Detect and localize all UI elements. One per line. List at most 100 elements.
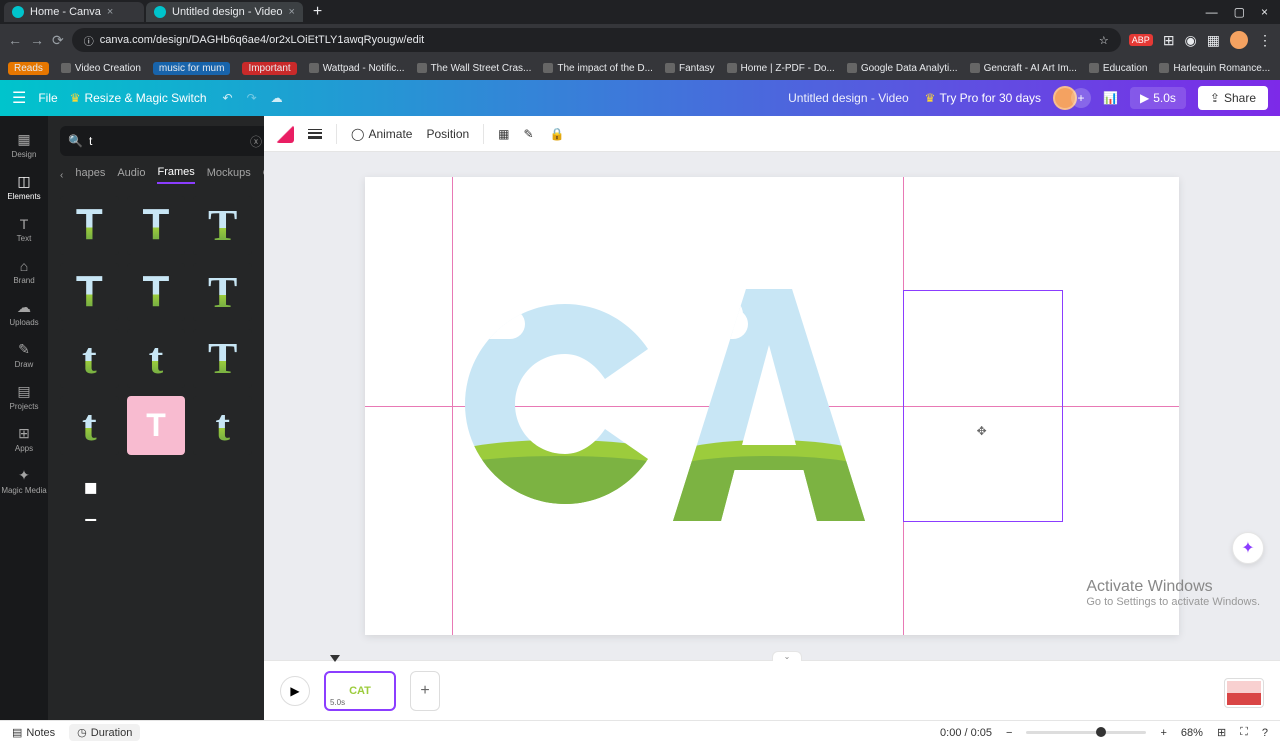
rail-elements[interactable]: ◫Elements <box>0 166 48 208</box>
bookmark-item[interactable]: Reads <box>8 62 49 75</box>
bookmark-item[interactable]: Wattpad - Notific... <box>309 63 405 74</box>
try-pro-button[interactable]: ♛ Try Pro for 30 days <box>925 91 1041 105</box>
frame-thumbnail[interactable]: T <box>193 329 252 388</box>
bookmark-item[interactable]: Fantasy <box>665 63 715 74</box>
file-menu[interactable]: File <box>38 91 57 105</box>
share-button[interactable]: ⇪ Share <box>1198 86 1268 110</box>
duration-button[interactable]: ◷ Duration <box>69 724 140 741</box>
collapse-timeline-button[interactable]: ⌄ <box>772 651 802 661</box>
close-tab-icon[interactable]: × <box>288 6 294 18</box>
rail-draw[interactable]: ✎Draw <box>0 334 48 376</box>
extension-icon[interactable]: ◉ <box>1185 32 1197 49</box>
reload-button[interactable]: ⟳ <box>52 32 64 49</box>
maximize-icon[interactable]: ▢ <box>1234 5 1245 19</box>
frame-thumbnail[interactable]: t <box>127 329 186 388</box>
close-tab-icon[interactable]: × <box>107 6 113 18</box>
page-thumbnail[interactable]: CAT 5.0s <box>324 671 396 711</box>
frame-thumbnail[interactable]: T <box>127 396 186 455</box>
rail-brand[interactable]: ⌂Brand <box>0 250 48 292</box>
menu-icon[interactable]: ⋮ <box>1258 32 1272 49</box>
assistant-button[interactable]: ✦ <box>1232 532 1264 564</box>
selected-frame-t[interactable]: ✥ <box>903 290 1063 522</box>
frame-thumbnail[interactable]: ▪▪▪ ▪ ▪ <box>60 463 119 522</box>
present-button[interactable]: ▶ 5.0s <box>1130 87 1186 109</box>
resize-magic-switch-button[interactable]: ♛ Resize & Magic Switch <box>70 91 207 105</box>
category-tab-hapes[interactable]: hapes <box>75 167 105 183</box>
browser-tab[interactable]: Home - Canva × <box>4 2 144 22</box>
frame-thumbnail[interactable]: T <box>193 263 252 322</box>
position-button[interactable]: Position <box>426 127 469 141</box>
canvas-viewport[interactable]: ✥ ✦ Activate Windows Go to Settings to a… <box>264 152 1280 660</box>
undo-button[interactable]: ↶ <box>223 91 233 105</box>
bookmark-item[interactable]: Google Data Analyti... <box>847 63 958 74</box>
add-collaborator-button[interactable]: + <box>1071 88 1091 108</box>
bookmark-item[interactable]: Education <box>1089 63 1147 74</box>
zoom-out-icon[interactable]: − <box>1006 727 1012 739</box>
bookmark-item[interactable]: Gencraft - AI Art Im... <box>970 63 1077 74</box>
frame-thumbnail[interactable]: T <box>127 196 186 255</box>
extension-icon[interactable]: ▦ <box>1207 32 1220 49</box>
frame-thumbnail[interactable]: T <box>127 263 186 322</box>
analytics-icon[interactable]: 📊 <box>1103 91 1118 105</box>
page[interactable]: ✥ <box>365 177 1179 635</box>
close-window-icon[interactable]: × <box>1261 5 1268 19</box>
frame-thumbnail[interactable]: T <box>60 196 119 255</box>
frame-thumbnail[interactable]: t <box>60 329 119 388</box>
bookmark-item[interactable]: The impact of the D... <box>543 63 653 74</box>
site-info-icon[interactable]: ⓘ <box>84 33 94 48</box>
frame-thumbnail[interactable]: T <box>193 196 252 255</box>
category-tab-audio[interactable]: Audio <box>117 167 145 183</box>
design-title[interactable]: Untitled design - Video <box>788 91 909 105</box>
grid-view-icon[interactable]: ⊞ <box>1217 726 1226 739</box>
transparency-icon[interactable]: ▦ <box>498 127 509 141</box>
rail-magic-media[interactable]: ✦Magic Media <box>0 460 48 502</box>
menu-icon[interactable]: ☰ <box>12 88 26 108</box>
extensions-icon[interactable]: ⊞ <box>1163 32 1175 49</box>
playhead-marker[interactable] <box>330 655 340 662</box>
frame-thumbnail[interactable]: T <box>60 263 119 322</box>
cloud-sync-icon[interactable]: ☁ <box>271 91 283 105</box>
zoom-in-icon[interactable]: + <box>1160 727 1166 739</box>
copy-style-icon[interactable]: ✎ <box>524 127 534 141</box>
play-button[interactable]: ▶ <box>280 676 310 706</box>
help-icon[interactable]: ? <box>1262 727 1268 739</box>
add-page-button[interactable]: + <box>410 671 440 711</box>
border-weight-picker[interactable] <box>308 129 322 139</box>
search-input[interactable] <box>89 134 244 148</box>
fullscreen-icon[interactable]: ⛶ <box>1240 726 1248 739</box>
animate-button[interactable]: ◯ Animate <box>351 127 412 141</box>
frame-thumbnail[interactable]: t <box>60 396 119 455</box>
bookmark-item[interactable]: music for mum <box>153 62 231 75</box>
frame-letter-c[interactable] <box>450 289 670 521</box>
scroll-left-icon[interactable]: ‹ <box>60 170 63 181</box>
floating-preview-thumb[interactable] <box>1224 678 1264 708</box>
new-tab-button[interactable]: + <box>313 3 322 21</box>
profile-avatar[interactable] <box>1230 31 1248 49</box>
back-button[interactable]: ← <box>8 32 22 48</box>
lock-icon[interactable]: 🔒 <box>550 127 565 141</box>
category-tab-mockups[interactable]: Mockups <box>207 167 251 183</box>
bookmark-item[interactable]: Harlequin Romance... <box>1159 63 1270 74</box>
rail-uploads[interactable]: ☁Uploads <box>0 292 48 334</box>
rail-apps[interactable]: ⊞Apps <box>0 418 48 460</box>
browser-tab[interactable]: Untitled design - Video × <box>146 2 303 22</box>
forward-button[interactable]: → <box>30 32 44 48</box>
bookmark-item[interactable]: Important <box>242 62 296 75</box>
notes-button[interactable]: ▤ Notes <box>12 726 55 739</box>
border-color-picker[interactable] <box>276 125 294 143</box>
rail-design[interactable]: ▦Design <box>0 124 48 166</box>
bookmark-item[interactable]: Home | Z-PDF - Do... <box>727 63 835 74</box>
category-tab-frames[interactable]: Frames <box>157 166 194 184</box>
minimize-icon[interactable]: — <box>1206 5 1218 19</box>
bookmark-item[interactable]: The Wall Street Cras... <box>417 63 532 74</box>
zoom-thumb[interactable] <box>1096 727 1106 737</box>
bookmark-star-icon[interactable]: ☆ <box>1099 34 1109 47</box>
address-bar[interactable]: ⓘ canva.com/design/DAGHb6q6ae4/or2xLOiEt… <box>72 28 1121 52</box>
rail-text[interactable]: TText <box>0 208 48 250</box>
zoom-slider[interactable] <box>1026 731 1146 734</box>
clear-search-icon[interactable]: ⓧ <box>250 133 262 150</box>
extension-icon[interactable]: ABP <box>1129 34 1153 46</box>
frame-thumbnail[interactable]: t <box>193 396 252 455</box>
redo-button[interactable]: ↷ <box>247 91 257 105</box>
rail-projects[interactable]: ▤Projects <box>0 376 48 418</box>
